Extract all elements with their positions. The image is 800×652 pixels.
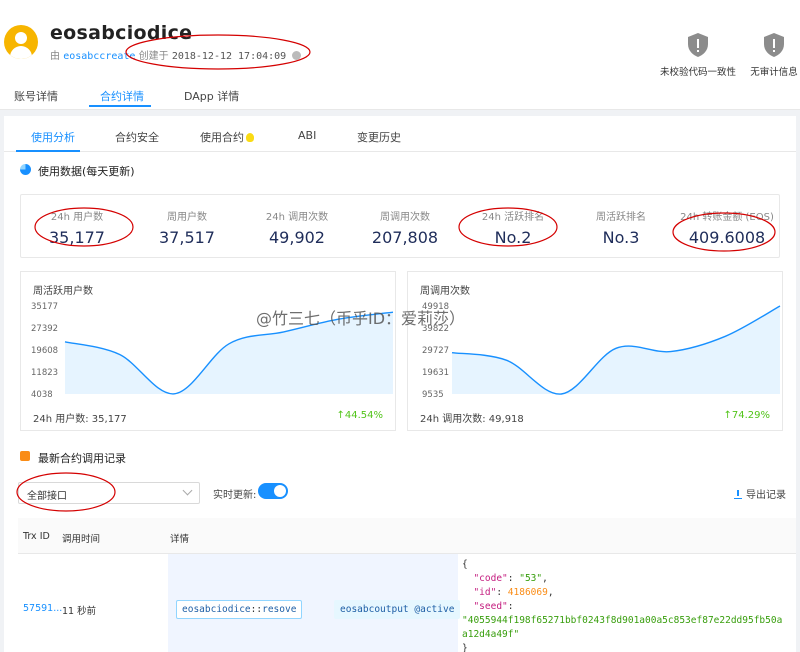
annotation-ellipse — [34, 207, 134, 247]
red-annotations — [16, 34, 776, 512]
annotation-ellipse — [458, 207, 558, 247]
contract-page: eosabciodice 由 eosabccreate 创建于 2018-12-… — [0, 0, 800, 652]
annotation-ellipse — [672, 212, 776, 252]
annotation-ellipse — [125, 34, 311, 70]
annotation-ellipse — [16, 472, 116, 512]
